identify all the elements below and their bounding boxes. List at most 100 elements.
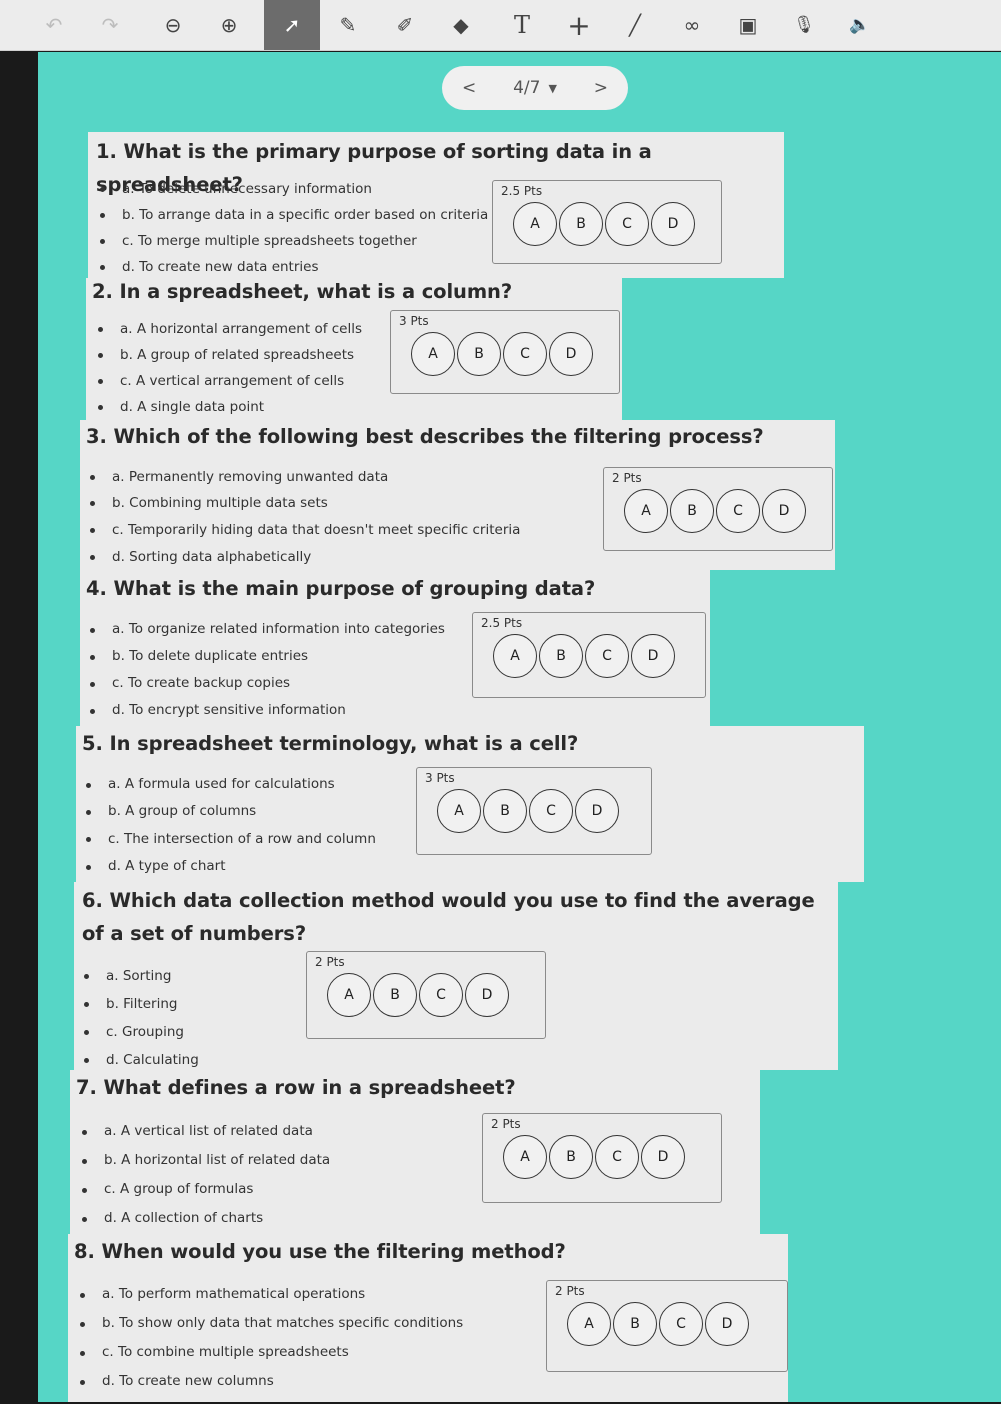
answer-bubble-d[interactable]: D	[549, 332, 593, 376]
answer-bubble-a[interactable]: A	[513, 202, 557, 246]
points-label: 2.5 Pts	[501, 184, 543, 198]
answer-bubble-b[interactable]: B	[549, 1135, 593, 1179]
question-block: 2. In a spreadsheet, what is a column? a…	[86, 278, 622, 420]
add-icon[interactable]: +	[551, 0, 607, 50]
answer-bubble-b[interactable]: B	[373, 973, 417, 1017]
answer-bubble-d[interactable]: D	[641, 1135, 685, 1179]
points-label: 2 Pts	[612, 471, 642, 485]
answer-bubble-c[interactable]: C	[716, 489, 760, 533]
next-page-button[interactable]: >	[594, 78, 608, 98]
answer-bubble-d[interactable]: D	[631, 634, 675, 678]
option-item: c. Grouping	[80, 1018, 199, 1046]
points-label: 3 Pts	[399, 314, 429, 328]
answer-box: 2 Pts A B C D	[546, 1280, 788, 1372]
option-item: b. A horizontal list of related data	[78, 1146, 330, 1175]
question-title: 7. What defines a row in a spreadsheet?	[76, 1076, 516, 1099]
pen-icon[interactable]: ✎	[320, 0, 376, 50]
answer-bubble-b[interactable]: B	[457, 332, 501, 376]
answer-box: 2 Pts A B C D	[603, 467, 833, 551]
question-block: 8. When would you use the filtering meth…	[68, 1234, 788, 1402]
answer-bubble-a[interactable]: A	[437, 789, 481, 833]
answer-bubble-b[interactable]: B	[559, 202, 603, 246]
option-item: d. Sorting data alphabetically	[86, 544, 520, 570]
text-icon[interactable]: T	[494, 0, 550, 50]
answer-bubble-d[interactable]: D	[705, 1302, 749, 1346]
option-item: b. To show only data that matches specif…	[76, 1309, 463, 1338]
answer-bubble-c[interactable]: C	[419, 973, 463, 1017]
option-item: c. Temporarily hiding data that doesn't …	[86, 516, 520, 544]
answer-bubble-c[interactable]: C	[529, 789, 573, 833]
question-title: 3. Which of the following best describes…	[86, 425, 764, 448]
answer-bubble-b[interactable]: B	[539, 634, 583, 678]
option-item: d. A single data point	[94, 394, 362, 420]
answer-bubble-d[interactable]: D	[651, 202, 695, 246]
page-select[interactable]: 4/7 ▼	[513, 78, 557, 98]
option-item: b. To delete duplicate entries	[86, 643, 445, 670]
answer-bubble-b[interactable]: B	[670, 489, 714, 533]
answer-bubble-c[interactable]: C	[503, 332, 547, 376]
option-item: a. A vertical list of related data	[78, 1117, 330, 1146]
points-label: 2 Pts	[555, 1284, 585, 1298]
points-label: 2.5 Pts	[481, 616, 523, 630]
zoom-out-icon[interactable]: ⊖	[145, 0, 201, 50]
answer-box: 2 Pts A B C D	[306, 951, 546, 1039]
caret-down-icon: ▼	[548, 81, 557, 95]
answer-bubble-d[interactable]: D	[762, 489, 806, 533]
option-item: c. To merge multiple spreadsheets togeth…	[96, 228, 488, 254]
link-icon[interactable]: ∞	[664, 0, 720, 50]
option-item: a. Permanently removing unwanted data	[86, 464, 520, 490]
option-item: c. A group of formulas	[78, 1175, 330, 1204]
answer-bubble-a[interactable]: A	[624, 489, 668, 533]
answer-bubble-a[interactable]: A	[493, 634, 537, 678]
answer-bubble-b[interactable]: B	[483, 789, 527, 833]
points-label: 3 Pts	[425, 771, 455, 785]
answer-bubble-b[interactable]: B	[613, 1302, 657, 1346]
question-block: 7. What defines a row in a spreadsheet? …	[70, 1070, 760, 1234]
question-block: 6. Which data collection method would yo…	[74, 882, 838, 1070]
option-item: b. To arrange data in a specific order b…	[96, 202, 488, 228]
undo-icon[interactable]: ↶	[26, 0, 82, 50]
redo-icon[interactable]: ↷	[82, 0, 138, 50]
page-indicator: 4/7	[513, 78, 541, 98]
line-icon[interactable]: ╱	[607, 0, 663, 50]
zoom-in-icon[interactable]: ⊕	[201, 0, 257, 50]
speaker-icon[interactable]: 🔈	[832, 0, 888, 50]
option-item: b. A group of columns	[82, 798, 376, 825]
option-item: d. A collection of charts	[78, 1204, 330, 1233]
question-title: 5. In spreadsheet terminology, what is a…	[82, 732, 579, 755]
answer-bubble-c[interactable]: C	[595, 1135, 639, 1179]
answer-bubble-a[interactable]: A	[411, 332, 455, 376]
option-item: b. Filtering	[80, 990, 199, 1018]
option-item: c. To combine multiple spreadsheets	[76, 1338, 463, 1367]
option-item: d. A type of chart	[82, 853, 376, 880]
prev-page-button[interactable]: <	[462, 78, 476, 98]
answer-bubble-a[interactable]: A	[327, 973, 371, 1017]
eraser-icon[interactable]: ◆	[433, 0, 489, 50]
question-block: 1. What is the primary purpose of sortin…	[88, 132, 784, 278]
answer-bubble-a[interactable]: A	[503, 1135, 547, 1179]
answer-box: 2.5 Pts A B C D	[492, 180, 722, 264]
question-block: 3. Which of the following best describes…	[80, 420, 835, 570]
option-item: d. To create new columns	[76, 1367, 463, 1396]
microphone-icon[interactable]: 🎙	[776, 0, 832, 50]
points-label: 2 Pts	[491, 1117, 521, 1131]
answer-bubble-c[interactable]: C	[585, 634, 629, 678]
option-item: a. To delete unnecessary information	[96, 176, 488, 202]
option-item: a. To organize related information into …	[86, 616, 445, 643]
question-title: 2. In a spreadsheet, what is a column?	[92, 280, 513, 303]
question-title: 6. Which data collection method would yo…	[82, 889, 815, 945]
select-pointer-icon[interactable]: ➚	[264, 0, 320, 50]
answer-bubble-a[interactable]: A	[567, 1302, 611, 1346]
option-item: b. Combining multiple data sets	[86, 490, 520, 516]
answer-box: 2.5 Pts A B C D	[472, 612, 706, 698]
answer-bubble-d[interactable]: D	[465, 973, 509, 1017]
question-block: 5. In spreadsheet terminology, what is a…	[76, 726, 864, 882]
question-title: 4. What is the main purpose of grouping …	[86, 577, 596, 600]
answer-bubble-d[interactable]: D	[575, 789, 619, 833]
annotation-toolbar: ↶ ↷ ⊖ ⊕ ➚ ✎ ✐ ◆ T + ╱ ∞ ▣ 🎙 🔈	[0, 0, 1001, 51]
answer-bubble-c[interactable]: C	[605, 202, 649, 246]
insert-image-icon[interactable]: ▣	[720, 0, 776, 50]
highlighter-icon[interactable]: ✐	[377, 0, 433, 50]
answer-bubble-c[interactable]: C	[659, 1302, 703, 1346]
option-item: c. A vertical arrangement of cells	[94, 368, 362, 394]
